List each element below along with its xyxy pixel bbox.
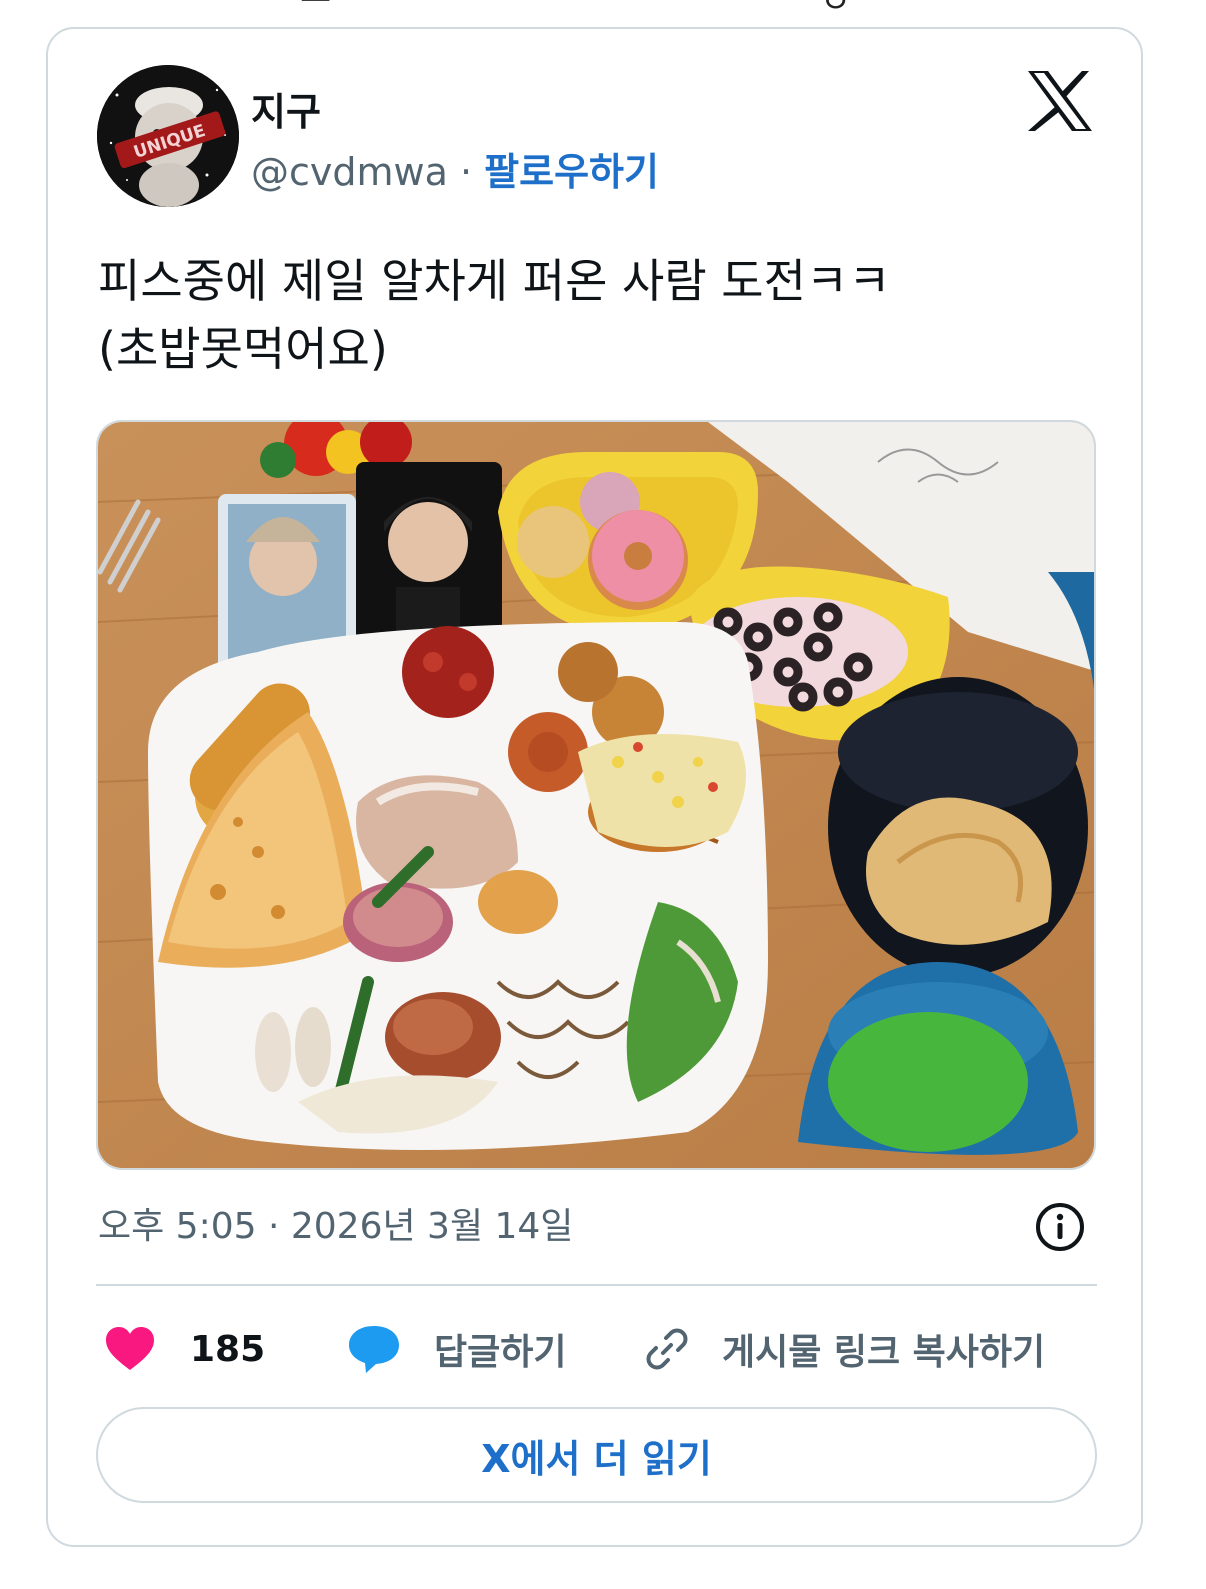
user-handle[interactable]: @cvdmwa xyxy=(251,150,448,194)
tweet-photo[interactable] xyxy=(96,420,1096,1170)
tweet-text: 피스중에 제일 알차게 퍼온 사람 도전ㅋㅋ (초밥못먹어요) xyxy=(98,247,1088,383)
divider xyxy=(96,1284,1097,1286)
like-count: 185 xyxy=(190,1328,266,1370)
copy-link-label: 게시물 링크 복사하기 xyxy=(722,1332,1046,1373)
follow-button[interactable]: 팔로우하기 xyxy=(484,150,659,194)
info-icon[interactable] xyxy=(1034,1201,1086,1253)
tweet-text-line-2: (초밥못먹어요) xyxy=(98,322,388,376)
tweet-text-line-1: 피스중에 제일 알차게 퍼온 사람 도전ㅋㅋ xyxy=(98,254,891,308)
speech-bubble-icon xyxy=(349,1326,399,1373)
heart-icon xyxy=(106,1327,154,1370)
buffet-plate-image xyxy=(98,422,1094,1168)
previous-content-fragment: ㅡㅇ xyxy=(0,0,1206,14)
separator-dot: · xyxy=(459,150,473,194)
like-button[interactable]: 185 xyxy=(104,1319,265,1379)
embedded-tweet-card: UNIQUE 지구 @cvdmwa · 팔로우하기 피스중에 제일 알차게 퍼온… xyxy=(46,27,1143,1547)
link-icon xyxy=(646,1328,688,1370)
handle-line: @cvdmwa · 팔로우하기 xyxy=(251,141,659,196)
x-logo-icon[interactable] xyxy=(1026,69,1094,133)
reply-button[interactable]: 답글하기 xyxy=(346,1319,566,1379)
reply-label: 답글하기 xyxy=(434,1332,567,1373)
tweet-timestamp[interactable]: 오후 5:05 · 2026년 3월 14일 xyxy=(98,1197,573,1249)
copy-link-button[interactable]: 게시물 링크 복사하기 xyxy=(642,1319,1045,1379)
avatar[interactable]: UNIQUE xyxy=(97,65,239,207)
display-name[interactable]: 지구 xyxy=(251,81,321,136)
read-more-on-x-button[interactable]: X에서 더 읽기 xyxy=(96,1407,1097,1503)
